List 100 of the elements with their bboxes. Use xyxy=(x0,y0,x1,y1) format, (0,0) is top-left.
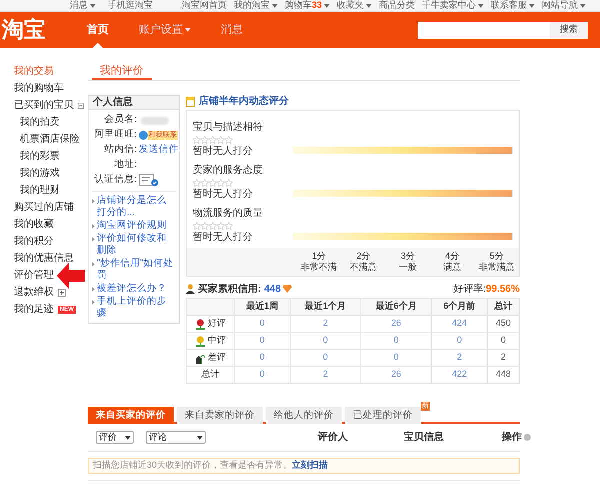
send-message-link[interactable]: 发送信件 xyxy=(139,143,179,158)
table-cell: 2 xyxy=(487,350,520,366)
rating-note: 暂时无人打分 xyxy=(193,146,254,158)
collapse-icon[interactable] xyxy=(78,102,84,110)
top-link[interactable]: 网站导航 xyxy=(542,1,586,10)
table-cell: 0 xyxy=(432,332,488,350)
field-label: 会员名: xyxy=(103,113,137,128)
sidebar-item[interactable]: 我的拍卖 xyxy=(14,114,84,131)
table-cell: 2 xyxy=(432,350,488,366)
scale-label: 一般 xyxy=(399,262,418,273)
sidebar-item[interactable]: 机票酒店保险 xyxy=(14,131,84,148)
sidebar-item[interactable]: 退款维权 xyxy=(14,285,54,300)
field-label: 阿里旺旺: xyxy=(93,128,137,142)
top-link[interactable]: 手机逛淘宝 xyxy=(108,1,153,10)
sidebar-item[interactable]: 我的优惠信息 xyxy=(14,251,74,266)
review-tab[interactable]: 给他人的评价 xyxy=(266,407,342,424)
bullet-icon xyxy=(92,262,95,267)
scan-link[interactable]: 立刻扫描 xyxy=(292,459,328,473)
help-icon[interactable] xyxy=(524,434,531,441)
search-field[interactable] xyxy=(418,22,550,38)
table-cell: 0 xyxy=(234,350,290,366)
sidebar-item[interactable]: 已买到的宝贝 xyxy=(14,98,74,113)
top-link[interactable]: 淘宝网首页 xyxy=(182,1,227,10)
help-link[interactable]: 被差评怎么办？ xyxy=(97,283,167,295)
table-cell: 0 xyxy=(360,350,432,366)
bullet-icon xyxy=(92,300,95,305)
nav-tab[interactable]: 账户设置 xyxy=(139,12,191,48)
help-link[interactable]: 店铺评分是怎么打分的... xyxy=(97,195,176,219)
notice-text: 扫描您店铺近30天收到的评价，查看是否有异常。 xyxy=(93,459,292,472)
flower-icon xyxy=(195,318,206,330)
logo[interactable]: 淘宝 xyxy=(0,19,80,41)
row-label: 中评 xyxy=(208,334,226,348)
table-cell: 0 xyxy=(290,350,361,366)
column-header: 6个月前 xyxy=(432,298,488,316)
list-column-header: 评价人 xyxy=(318,430,348,445)
scale-score: 5分 xyxy=(490,251,504,262)
help-link[interactable]: 淘宝网评价规则 xyxy=(97,220,167,232)
top-link[interactable]: 我的淘宝 xyxy=(234,1,278,10)
caret-icon xyxy=(580,4,586,8)
table-cell: 0 xyxy=(234,316,290,332)
review-tab[interactable]: 来自卖家的评价 xyxy=(177,407,263,424)
top-link[interactable]: 收藏夹 xyxy=(337,1,372,10)
top-link[interactable]: 联系客服 xyxy=(491,1,535,10)
sidebar-item[interactable]: 购买过的店铺 xyxy=(14,200,74,215)
caret-icon xyxy=(197,436,203,440)
table-cell: 424 xyxy=(432,316,488,332)
sidebar-item[interactable]: 我的彩票 xyxy=(14,148,84,165)
column-header: 最近1个月 xyxy=(290,298,361,316)
bullet-icon xyxy=(92,199,95,204)
top-link[interactable]: 消息 xyxy=(70,1,96,10)
pointer-arrow-icon xyxy=(57,263,85,289)
review-tab[interactable]: 来自买家的评价 xyxy=(88,407,174,424)
sidebar-item[interactable]: 我的理财 xyxy=(14,182,84,199)
field-label: 站内信: xyxy=(103,143,137,158)
sidebar-item[interactable]: 我的收藏 xyxy=(14,217,54,232)
filter-select[interactable]: 评论 xyxy=(146,431,206,444)
diamond-icon xyxy=(283,285,292,293)
table-cell: 26 xyxy=(360,316,432,332)
sidebar-item[interactable]: 我的购物车 xyxy=(14,81,64,96)
caret-icon xyxy=(272,4,278,8)
search-button[interactable]: 搜索 xyxy=(550,22,588,38)
table-cell: 0 xyxy=(234,366,290,384)
bullet-icon xyxy=(92,224,95,229)
top-link[interactable]: 千牛卖家中心 xyxy=(422,1,484,10)
flower-icon xyxy=(195,336,206,346)
certificate-icon xyxy=(139,174,159,187)
column-header: 最近1周 xyxy=(234,298,290,316)
table-cell: 0 xyxy=(234,332,290,350)
top-link[interactable]: 商品分类 xyxy=(379,1,415,10)
scale-label: 非常满意 xyxy=(478,262,515,273)
page-tab[interactable]: 我的评价 xyxy=(92,63,152,80)
field-label: 地址: xyxy=(113,158,137,172)
filter-select[interactable]: 评价 xyxy=(96,431,134,444)
sidebar-item[interactable]: 我的足迹 xyxy=(14,302,54,317)
help-link[interactable]: 评价如何修改和删除 xyxy=(97,233,176,257)
review-tab[interactable]: 已处理的评价 xyxy=(345,407,421,424)
column-header: 总计 xyxy=(487,298,520,316)
blurred-name xyxy=(141,116,169,124)
list-column-header: 操作 xyxy=(502,430,522,445)
caret-icon xyxy=(366,4,372,8)
sidebar-item[interactable]: 我的积分 xyxy=(14,234,54,249)
sidebar-item[interactable]: 评价管理 xyxy=(14,268,54,283)
sidebar-item[interactable]: 我的游戏 xyxy=(14,165,84,182)
expand-icon[interactable] xyxy=(58,288,66,296)
ratings-title: 店铺半年内动态评分 xyxy=(199,94,289,109)
table-cell: 0 xyxy=(360,332,432,350)
help-link[interactable]: "炒作信用"如何处罚 xyxy=(97,258,176,282)
nav-tab[interactable]: 首页 xyxy=(87,12,109,48)
credit-score: 448 xyxy=(264,282,282,296)
nav-tab[interactable]: 消息 xyxy=(221,12,243,48)
table-cell: 26 xyxy=(360,366,432,384)
rating-name: 卖家的服务态度 xyxy=(193,165,264,177)
table-cell: 450 xyxy=(487,316,520,332)
top-link[interactable]: 购物车33 xyxy=(284,1,330,10)
calendar-icon xyxy=(186,96,195,106)
help-link[interactable]: 手机上评价的步骤 xyxy=(97,296,176,320)
scale-label: 非常不满 xyxy=(301,262,338,273)
list-column-header: 宝贝信息 xyxy=(404,430,444,445)
caret-icon xyxy=(90,4,96,8)
caret-icon xyxy=(125,436,131,440)
